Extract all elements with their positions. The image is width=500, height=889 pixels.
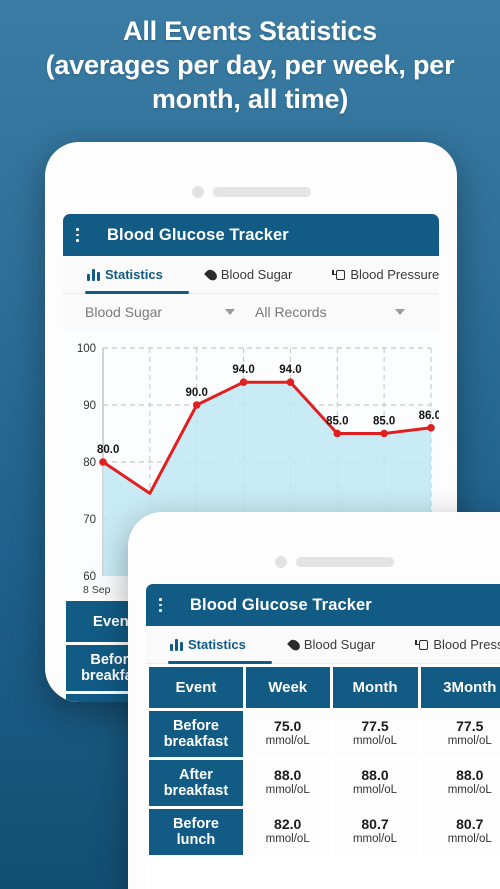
chart-data-point[interactable]	[380, 429, 388, 438]
chart-point-label: 94.0	[279, 364, 301, 376]
tab-statistics[interactable]: Statistics	[85, 256, 165, 293]
tab-statistics-label: Statistics	[105, 267, 163, 282]
metric-dropdown[interactable]: Blood Sugar	[85, 304, 235, 320]
chevron-down-icon	[225, 309, 235, 315]
y-axis-tick-label: 60	[83, 571, 96, 583]
table-row[interactable]: Before breakfast 75.0 mmol/oL 77.5 mmol/oL 77.…	[149, 711, 500, 757]
col-header-event: Event	[149, 667, 243, 708]
speaker-grille	[212, 187, 311, 197]
tab-bar-back: Statistics Blood Sugar Blood Pressure	[63, 256, 439, 294]
table-row[interactable]: Before lunch 82.0 mmol/oL 80.7 mmol/oL 80.7 mmo…	[149, 809, 500, 855]
speaker-grille	[295, 557, 394, 567]
col-header-month: Month	[332, 667, 418, 708]
records-dropdown-value: All Records	[255, 304, 327, 320]
chart-point-label: 85.0	[326, 416, 348, 428]
tab-blood-pressure[interactable]: Blood Pressure	[330, 256, 439, 293]
tab-bar-front: Statistics Blood Sugar Blood Pressure	[146, 626, 500, 664]
hamburger-list-icon[interactable]	[159, 597, 177, 612]
chart-data-point[interactable]	[286, 378, 295, 386]
app-bar-front: Blood Glucose Tracker	[146, 584, 500, 626]
blood-pressure-monitor-icon	[415, 639, 429, 651]
chart-point-label: 85.0	[373, 416, 395, 428]
cell-week: 88.0 mmol/oL	[245, 760, 330, 806]
phone-mockup-front: Blood Glucose Tracker Statistics Blood S…	[128, 512, 500, 889]
blood-pressure-monitor-icon	[332, 269, 346, 281]
cell-week: 82.0 mmol/oL	[245, 809, 330, 855]
cell-event: Before lunch	[149, 809, 243, 855]
y-axis-tick-label: 90	[83, 400, 96, 412]
chart-data-point[interactable]	[99, 458, 107, 466]
promo-screenshot: All Events Statistics (averages per day,…	[0, 0, 500, 889]
col-header-3month: 3Month	[420, 667, 500, 708]
cell-3month: 80.7 mmol/oL	[420, 809, 500, 855]
cell-event: Afterbreakfast	[149, 760, 243, 806]
app-title-front: Blood Glucose Tracker	[190, 595, 372, 614]
cell-month: 77.5 mmol/oL	[332, 711, 418, 757]
tab-blood-sugar[interactable]: Blood Sugar	[203, 256, 295, 293]
filter-bar-back: Blood Sugar All Records	[63, 294, 439, 330]
headline-line-1: All Events Statistics	[123, 16, 377, 46]
tab-blood-sugar-label: Blood Sugar	[220, 267, 293, 282]
tab-blood-pressure-label: Blood Pressure	[350, 267, 439, 282]
phone-notch-back	[45, 186, 457, 198]
camera-icon	[191, 186, 204, 198]
chevron-down-icon	[395, 309, 405, 315]
chart-data-point[interactable]	[427, 424, 435, 432]
chart-data-point[interactable]	[192, 401, 201, 409]
chart-point-label: 80.0	[97, 444, 119, 456]
cell-month: 88.0 mmol/oL	[332, 760, 418, 806]
col-header-week: Week	[245, 667, 330, 708]
chart-point-label: 90.0	[186, 387, 208, 399]
chart-data-point[interactable]	[333, 429, 342, 438]
records-dropdown[interactable]: All Records	[255, 304, 405, 320]
y-axis-tick-label: 70	[83, 514, 96, 526]
tab-statistics[interactable]: Statistics	[168, 626, 248, 663]
app-bar-back: Blood Glucose Tracker	[63, 214, 439, 256]
page-title: All Events Statistics (averages per day,…	[0, 14, 500, 116]
bar-chart-icon	[170, 638, 183, 651]
camera-icon	[274, 556, 287, 568]
bar-chart-icon	[87, 268, 100, 281]
y-axis-tick-label: 80	[83, 457, 96, 469]
app-screen-front: Blood Glucose Tracker Statistics Blood S…	[146, 584, 500, 889]
cell-month: 80.7 mmol/oL	[332, 809, 418, 855]
hamburger-list-icon[interactable]	[76, 227, 94, 242]
table-header-row: Event Week Month 3Month	[149, 667, 500, 708]
blood-drop-icon	[286, 637, 302, 652]
active-tab-indicator	[85, 291, 189, 294]
cell-event: Before breakfast	[149, 711, 243, 757]
chart-data-point[interactable]	[239, 378, 248, 386]
stats-table: Event Week Month 3Month Before breakfast 7…	[146, 664, 500, 858]
active-tab-indicator	[168, 661, 272, 664]
metric-dropdown-value: Blood Sugar	[85, 304, 163, 320]
y-axis-tick-label: 100	[77, 343, 96, 355]
headline-line-3: month, all time)	[151, 84, 349, 114]
chart-point-label: 94.0	[232, 364, 254, 376]
x-axis-tick-label: 8 Sep	[83, 584, 111, 596]
phone-notch-front	[128, 556, 500, 568]
cell-week: 75.0 mmol/oL	[245, 711, 330, 757]
tab-blood-pressure-label: Blood Pressure	[433, 637, 500, 652]
table-row[interactable]: After breakfast 88.0 mmol/oL 88.0 mmol/oL 88.0…	[149, 760, 500, 806]
blood-drop-icon	[203, 267, 219, 282]
cell-3month: 88.0 mmol/oL	[420, 760, 500, 806]
app-title-back: Blood Glucose Tracker	[107, 225, 289, 244]
chart-point-label: 86.0	[419, 410, 439, 422]
tab-blood-pressure[interactable]: Blood Pressure	[413, 626, 500, 663]
tab-blood-sugar[interactable]: Blood Sugar	[286, 626, 378, 663]
cell-3month: 77.5 mmol/oL	[420, 711, 500, 757]
headline-line-2: (averages per day, per week, per	[45, 50, 455, 80]
tab-statistics-label: Statistics	[188, 637, 246, 652]
tab-blood-sugar-label: Blood Sugar	[303, 637, 376, 652]
